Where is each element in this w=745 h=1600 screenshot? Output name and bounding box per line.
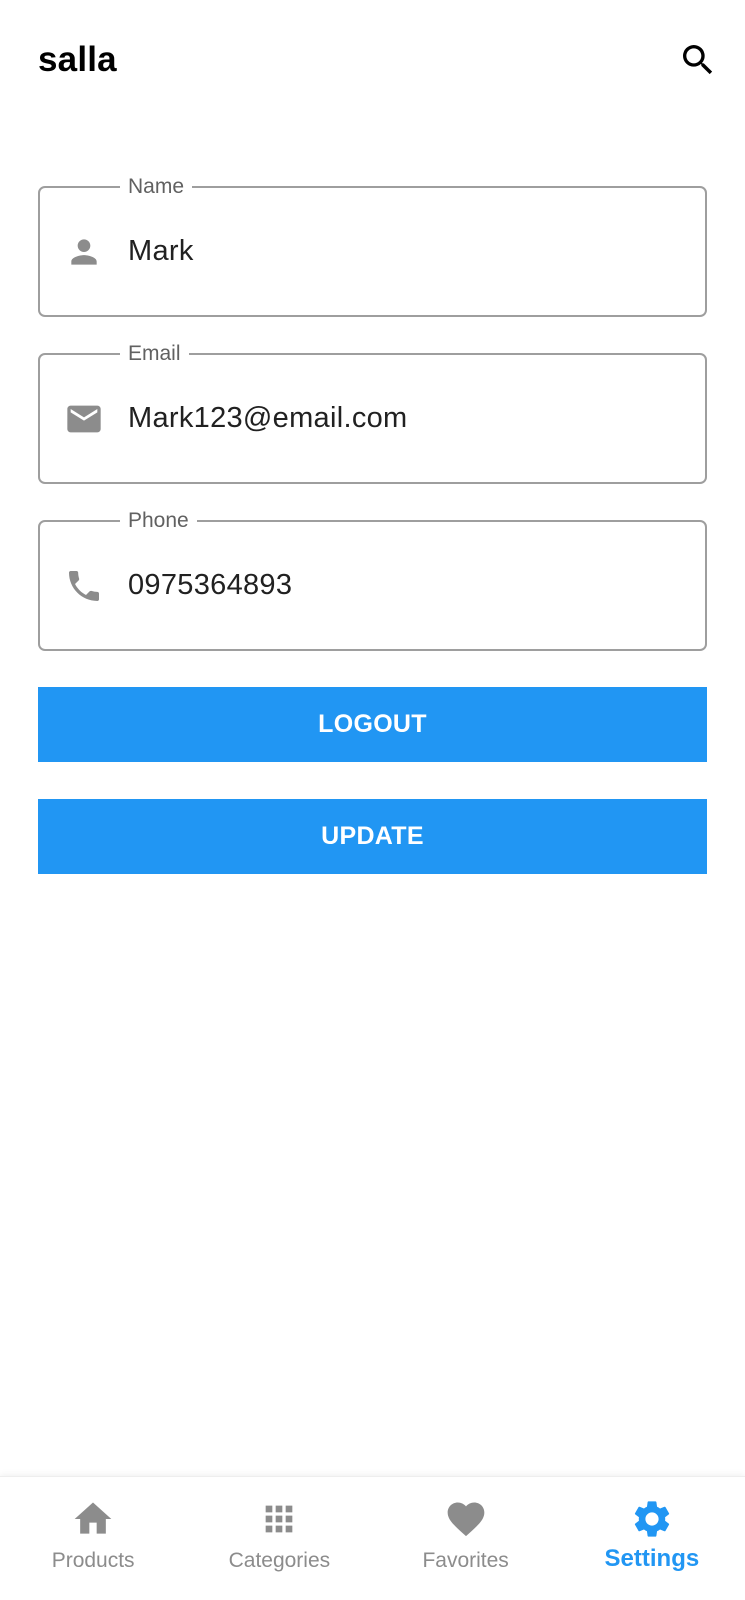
search-button[interactable] [676,38,720,82]
nav-item-categories[interactable]: Categories [186,1477,372,1600]
search-icon [683,45,713,75]
name-input[interactable]: Mark [128,233,194,269]
email-input[interactable]: Mark123@email.com [128,400,408,436]
phone-field-label: Phone [120,508,197,534]
gear-icon [630,1497,674,1541]
nav-label-settings: Settings [604,1545,700,1572]
name-field-label: Name [120,174,193,200]
name-field[interactable]: Name Mark [38,174,707,317]
nav-item-favorites[interactable]: Favorites [373,1477,559,1600]
phone-icon [64,566,104,606]
nav-label-categories: Categories [228,1549,331,1572]
home-icon [71,1497,115,1541]
bottom-navigation: Products Categories Favorites Settings [0,1476,745,1600]
email-field[interactable]: Email Mark123@email.com [38,341,707,484]
update-button[interactable]: UPDATE [38,799,707,874]
app-title: salla [38,40,117,79]
logout-button[interactable]: LOGOUT [38,687,707,762]
person-icon [64,232,104,272]
nav-item-settings[interactable]: Settings [559,1477,745,1600]
mail-icon [64,399,104,439]
nav-item-products[interactable]: Products [0,1477,186,1600]
nav-label-products: Products [51,1549,135,1572]
settings-screen: salla Name Mark Email Mark123@email.com … [0,0,745,1600]
phone-field[interactable]: Phone 0975364893 [38,508,707,651]
nav-label-favorites: Favorites [422,1549,509,1572]
apps-grid-icon [257,1497,301,1541]
email-field-label: Email [120,341,189,367]
heart-icon [444,1497,488,1541]
phone-input[interactable]: 0975364893 [128,567,292,603]
